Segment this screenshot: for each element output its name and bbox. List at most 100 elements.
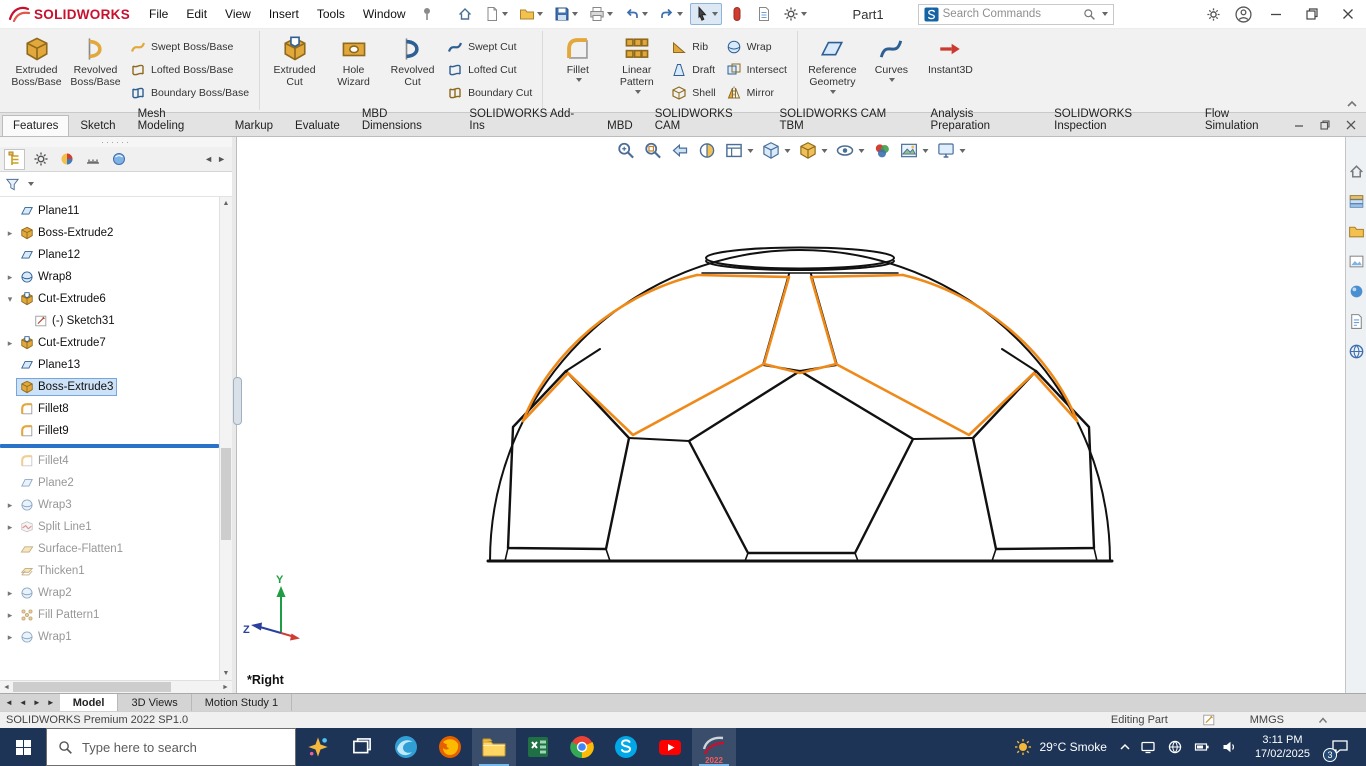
tab-evaluate[interactable]: Evaluate [284,115,351,136]
lofted-cut-button[interactable]: Lofted Cut [447,62,532,78]
instant3d-button[interactable]: Instant3D [921,32,980,109]
dimxpert-tab[interactable] [82,149,103,170]
featuremanager-tab[interactable] [4,148,25,170]
menu-edit[interactable]: Edit [177,3,216,25]
view-palette-button[interactable] [1348,253,1365,273]
task-view-button[interactable] [340,728,384,766]
chevron-down-icon[interactable] [1101,12,1108,16]
reference-geometry-button[interactable]: Reference Geometry [803,32,862,109]
open-button[interactable] [515,3,547,25]
tab-solidworks-add-ins[interactable]: SOLIDWORKS Add-Ins [458,103,596,136]
swept-boss-base-button[interactable]: Swept Boss/Base [130,39,249,55]
taskbar-search-box[interactable]: Type here to search [46,728,296,766]
tree-item-boss-extrude3[interactable]: Boss-Extrude3 [0,376,219,398]
battery-icon[interactable] [1194,739,1210,755]
tree-horizontal-scrollbar[interactable]: ◄ ► [0,680,232,693]
rollback-bar[interactable] [0,444,219,448]
edge-taskbar-button[interactable] [384,728,428,766]
tree-item-wrap8[interactable]: ▸ Wrap8 [0,266,219,288]
configmanager-tab[interactable] [56,149,77,170]
displaymanager-tab[interactable] [108,149,129,170]
doc-restore-icon[interactable] [1320,119,1330,130]
tree-item-plane12[interactable]: Plane12 [0,244,219,266]
close-button[interactable] [1330,0,1366,29]
task-pane-home-button[interactable] [1348,163,1365,183]
menu-tools[interactable]: Tools [308,3,354,25]
tree-item-wrap3[interactable]: ▸ Wrap3 [0,494,219,516]
tab-mbd-dimensions[interactable]: MBD Dimensions [351,103,459,136]
tree-item-plane11[interactable]: Plane11 [0,200,219,222]
print-button[interactable] [585,3,617,25]
menu-window[interactable]: Window [354,3,415,25]
expand-collapsed-icon[interactable]: ▸ [4,338,16,349]
boundary-cut-button[interactable]: Boundary Cut [447,85,532,101]
settings-gear-icon[interactable] [1198,0,1228,29]
boundary-boss-base-button[interactable]: Boundary Boss/Base [130,85,249,101]
draft-button[interactable]: Draft [671,62,715,78]
units-label[interactable]: MMGS [1250,714,1284,726]
revolved-cut-button[interactable]: Revolved Cut [383,32,442,109]
rib-button[interactable]: Rib [671,39,715,55]
search-commands-input[interactable] [942,8,1079,20]
menu-file[interactable]: File [140,3,177,25]
extruded-cut-button[interactable]: Extruded Cut [265,32,324,109]
undo-button[interactable] [620,3,652,25]
design-library-button[interactable] [1348,193,1365,213]
select-button[interactable] [689,3,722,25]
expand-collapsed-icon[interactable]: ▸ [4,522,16,533]
scroll-right-icon[interactable]: ► [219,681,232,693]
status-expand-icon[interactable] [1318,716,1328,725]
tree-item-boss-extrude2[interactable]: ▸ Boss-Extrude2 [0,222,219,244]
scroll-left-icon[interactable]: ◄ [204,154,213,164]
panel-splitter-handle[interactable] [233,377,242,425]
zoom-area-button[interactable] [644,141,663,160]
custom-properties-button[interactable] [1348,313,1365,333]
first-tab-icon[interactable]: ◄ [4,698,14,707]
file-explorer-pane-button[interactable] [1348,223,1365,243]
curves-button[interactable]: Curves [862,32,921,109]
wrap-button[interactable]: Wrap [726,39,787,55]
menu-view[interactable]: View [216,3,260,25]
zoom-fit-button[interactable] [617,141,636,160]
expand-collapsed-icon[interactable]: ▸ [4,632,16,643]
3d-drawing-view-button[interactable] [725,141,754,160]
selected-edges[interactable] [521,273,1079,437]
doc-minimize-icon[interactable] [1294,120,1304,130]
rebuild-button[interactable] [725,3,749,25]
tree-filter[interactable] [0,172,232,197]
save-button[interactable] [550,3,582,25]
tab-solidworks-inspection[interactable]: SOLIDWORKS Inspection [1043,103,1194,136]
tab-solidworks-cam[interactable]: SOLIDWORKS CAM [644,103,769,136]
file-properties-button[interactable] [752,3,776,25]
graphics-viewport[interactable]: Y Z *Right [237,137,1345,693]
appearances-scenes-button[interactable] [1348,283,1365,303]
previous-view-button[interactable] [671,141,690,160]
mirror-button[interactable]: Mirror [726,85,787,101]
options-button[interactable] [779,3,811,25]
scroll-down-icon[interactable]: ▼ [220,667,232,680]
command-search-box[interactable] [917,3,1114,25]
expand-collapsed-icon[interactable]: ▸ [4,610,16,621]
last-tab-icon[interactable]: ► [46,698,56,707]
pin-icon[interactable] [421,7,433,21]
excel-taskbar-button[interactable] [516,728,560,766]
collapse-ribbon-icon[interactable] [1346,99,1358,109]
doc-tab-3d-views[interactable]: 3D Views [118,694,192,711]
volume-icon[interactable] [1221,739,1237,755]
tree-item-fillet9[interactable]: Fillet9 [0,420,219,442]
skype-taskbar-button[interactable] [604,728,648,766]
file-explorer-taskbar-button[interactable] [472,728,516,766]
doc-tab-motion-study-1[interactable]: Motion Study 1 [192,694,293,711]
minimize-button[interactable] [1258,0,1294,29]
expand-collapsed-icon[interactable]: ▸ [4,500,16,511]
scroll-thumb[interactable] [13,682,171,692]
expand-collapsed-icon[interactable]: ▸ [4,272,16,283]
youtube-taskbar-button[interactable] [648,728,692,766]
tab-mbd[interactable]: MBD [596,115,644,136]
tree-item-fillet4[interactable]: Fillet4 [0,450,219,472]
apply-scene-button[interactable] [900,141,929,160]
view-settings-button[interactable] [937,141,966,160]
tab-analysis-preparation[interactable]: Analysis Preparation [920,103,1044,136]
user-profile-icon[interactable] [1228,0,1258,29]
start-button[interactable] [0,728,46,766]
